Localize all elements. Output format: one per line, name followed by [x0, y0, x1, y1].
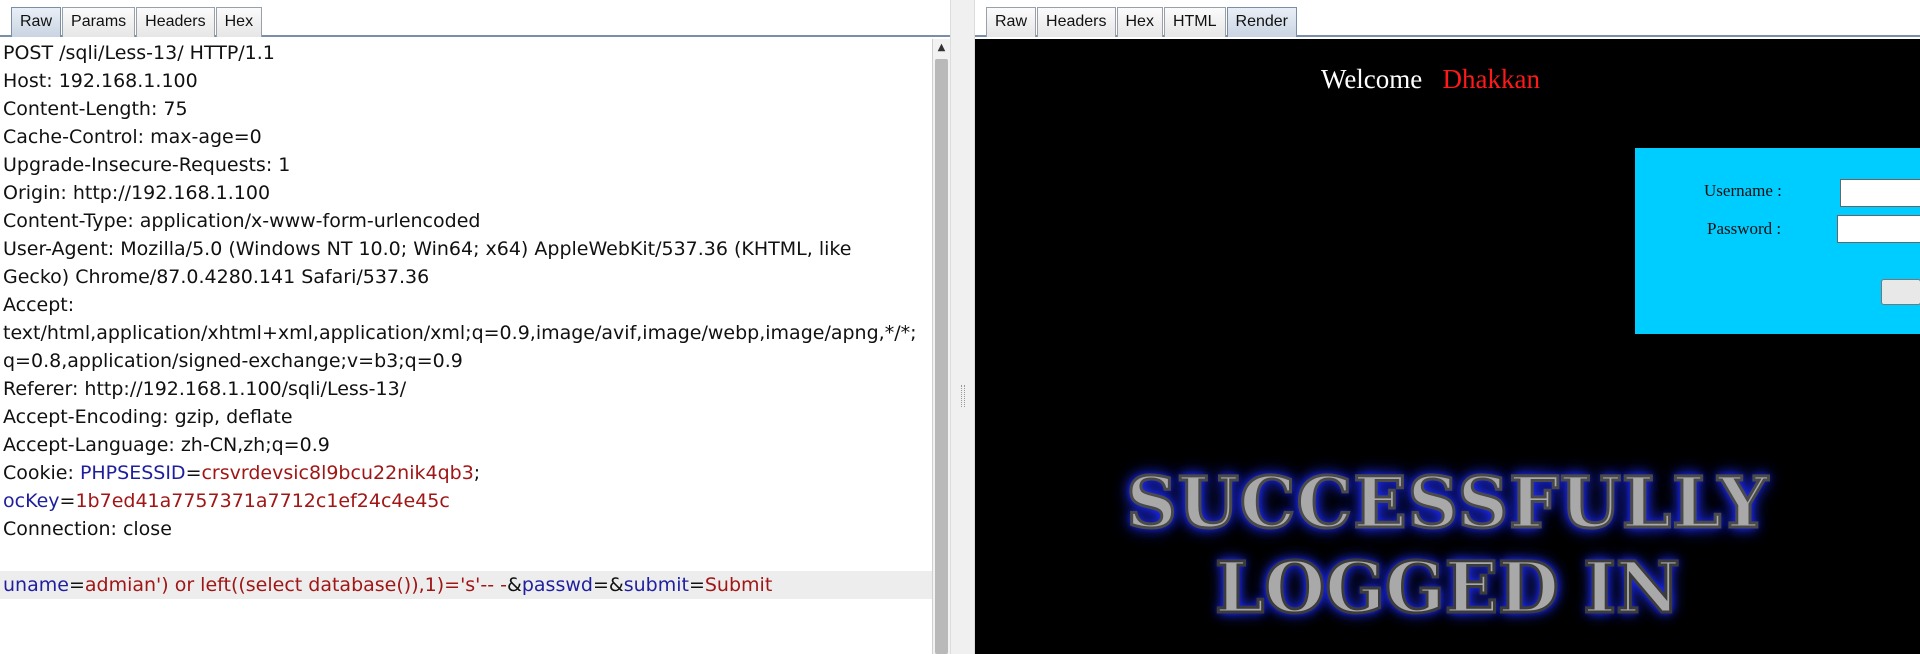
header-line: Host: 192.168.1.100 — [3, 70, 198, 92]
login-form: Username : Password : — [1635, 148, 1920, 334]
param-value: admian') or left((select database()),1)=… — [84, 574, 508, 596]
tab-hex[interactable]: Hex — [1116, 7, 1163, 37]
header-line: q=0.8,application/signed-exchange;v=b3;q… — [3, 350, 463, 372]
tab-hex[interactable]: Hex — [215, 7, 263, 37]
header-line: text/html,application/xhtml+xml,applicat… — [3, 322, 917, 344]
success-banner-text: SUCCESSFULLY — [1125, 460, 1770, 545]
header-line: Connection: close — [3, 518, 172, 540]
cookie-line: ocKey=1b7ed41a7757371a7712c1ef24c4e45c — [3, 487, 450, 515]
request-body-line: uname=admian') or left((select database(… — [0, 571, 932, 599]
welcome-text: Welcome — [1321, 64, 1423, 94]
header-line: Content-Type: application/x-www-form-url… — [3, 210, 481, 232]
header-line: Accept-Encoding: gzip, deflate — [3, 406, 293, 428]
success-banner-text: LOGGED IN — [1214, 545, 1682, 630]
welcome-name: Dhakkan — [1442, 64, 1540, 94]
pane-splitter[interactable] — [950, 0, 975, 654]
header-line: Accept: — [3, 294, 75, 316]
cookie-label: Cookie: — [3, 462, 80, 484]
param-equals: = — [592, 574, 609, 596]
header-line: Accept-Language: zh-CN,zh;q=0.9 — [3, 434, 330, 456]
cookie-equals: = — [59, 490, 76, 512]
tab-raw[interactable]: Raw — [11, 7, 62, 37]
header-line: Gecko) Chrome/87.0.4280.141 Safari/537.3… — [3, 266, 430, 288]
username-label: Username : — [1704, 181, 1782, 200]
request-pane: Raw Params Headers Hex POST /sqli/Less-1… — [0, 0, 950, 654]
tab-html[interactable]: HTML — [1163, 7, 1226, 37]
password-label: Password : — [1707, 219, 1782, 238]
request-line: POST /sqli/Less-13/ HTTP/1.1 — [3, 42, 275, 64]
scroll-up-arrow-icon[interactable]: ▲ — [933, 39, 950, 57]
param-separator: & — [507, 574, 522, 596]
header-line: Content-Length: 75 — [3, 98, 188, 120]
header-line: Origin: http://192.168.1.100 — [3, 182, 271, 204]
tab-render[interactable]: Render — [1226, 7, 1297, 37]
success-banner-line2: LOGGED IN — [975, 545, 1920, 630]
param-name: uname — [3, 574, 69, 596]
param-equals: = — [688, 574, 705, 596]
tab-params[interactable]: Params — [62, 7, 136, 37]
header-line: Cache-Control: max-age=0 — [3, 126, 262, 148]
tab-raw[interactable]: Raw — [986, 7, 1037, 37]
vertical-scrollbar[interactable]: ▲ — [932, 39, 950, 654]
request-tabbar: Raw Params Headers Hex — [0, 0, 950, 37]
cookie-line: Cookie: PHPSESSID=crsvrdevsic8l9bcu22nik… — [3, 459, 480, 487]
param-value: Submit — [704, 574, 773, 596]
tab-headers[interactable]: Headers — [1037, 7, 1116, 37]
response-tabbar: Raw Headers Hex HTML Render — [975, 0, 1920, 37]
param-separator: & — [608, 574, 624, 596]
password-input[interactable] — [1837, 215, 1920, 243]
header-line: Upgrade-Insecure-Requests: 1 — [3, 154, 291, 176]
param-name: submit — [623, 574, 689, 596]
header-line: Referer: http://192.168.1.100/sqli/Less-… — [3, 378, 407, 400]
scrollbar-thumb[interactable] — [935, 59, 948, 654]
success-banner-line1: SUCCESSFULLY — [975, 460, 1920, 545]
cookie-name: PHPSESSID — [79, 462, 186, 484]
rendered-page: Welcome Dhakkan Username : Password : SU… — [975, 39, 1920, 654]
response-pane: Raw Headers Hex HTML Render Welcome Dhak… — [975, 0, 1920, 654]
username-input[interactable] — [1840, 179, 1920, 207]
cookie-value: crsvrdevsic8l9bcu22nik4qb3 — [201, 462, 474, 484]
tab-headers[interactable]: Headers — [136, 7, 215, 37]
header-line: User-Agent: Mozilla/5.0 (Windows NT 10.0… — [3, 238, 852, 260]
submit-button[interactable] — [1881, 279, 1920, 305]
cookie-name: ocKey — [3, 490, 60, 512]
welcome-heading: Welcome Dhakkan — [1321, 64, 1540, 95]
splitter-grip-icon[interactable] — [961, 385, 965, 407]
param-name: passwd — [521, 574, 593, 596]
cookie-equals: = — [185, 462, 202, 484]
cookie-separator: ; — [473, 462, 481, 484]
cookie-value: 1b7ed41a7757371a7712c1ef24c4e45c — [75, 490, 450, 512]
request-editor[interactable]: POST /sqli/Less-13/ HTTP/1.1 Host: 192.1… — [0, 39, 932, 654]
param-equals: = — [68, 574, 85, 596]
